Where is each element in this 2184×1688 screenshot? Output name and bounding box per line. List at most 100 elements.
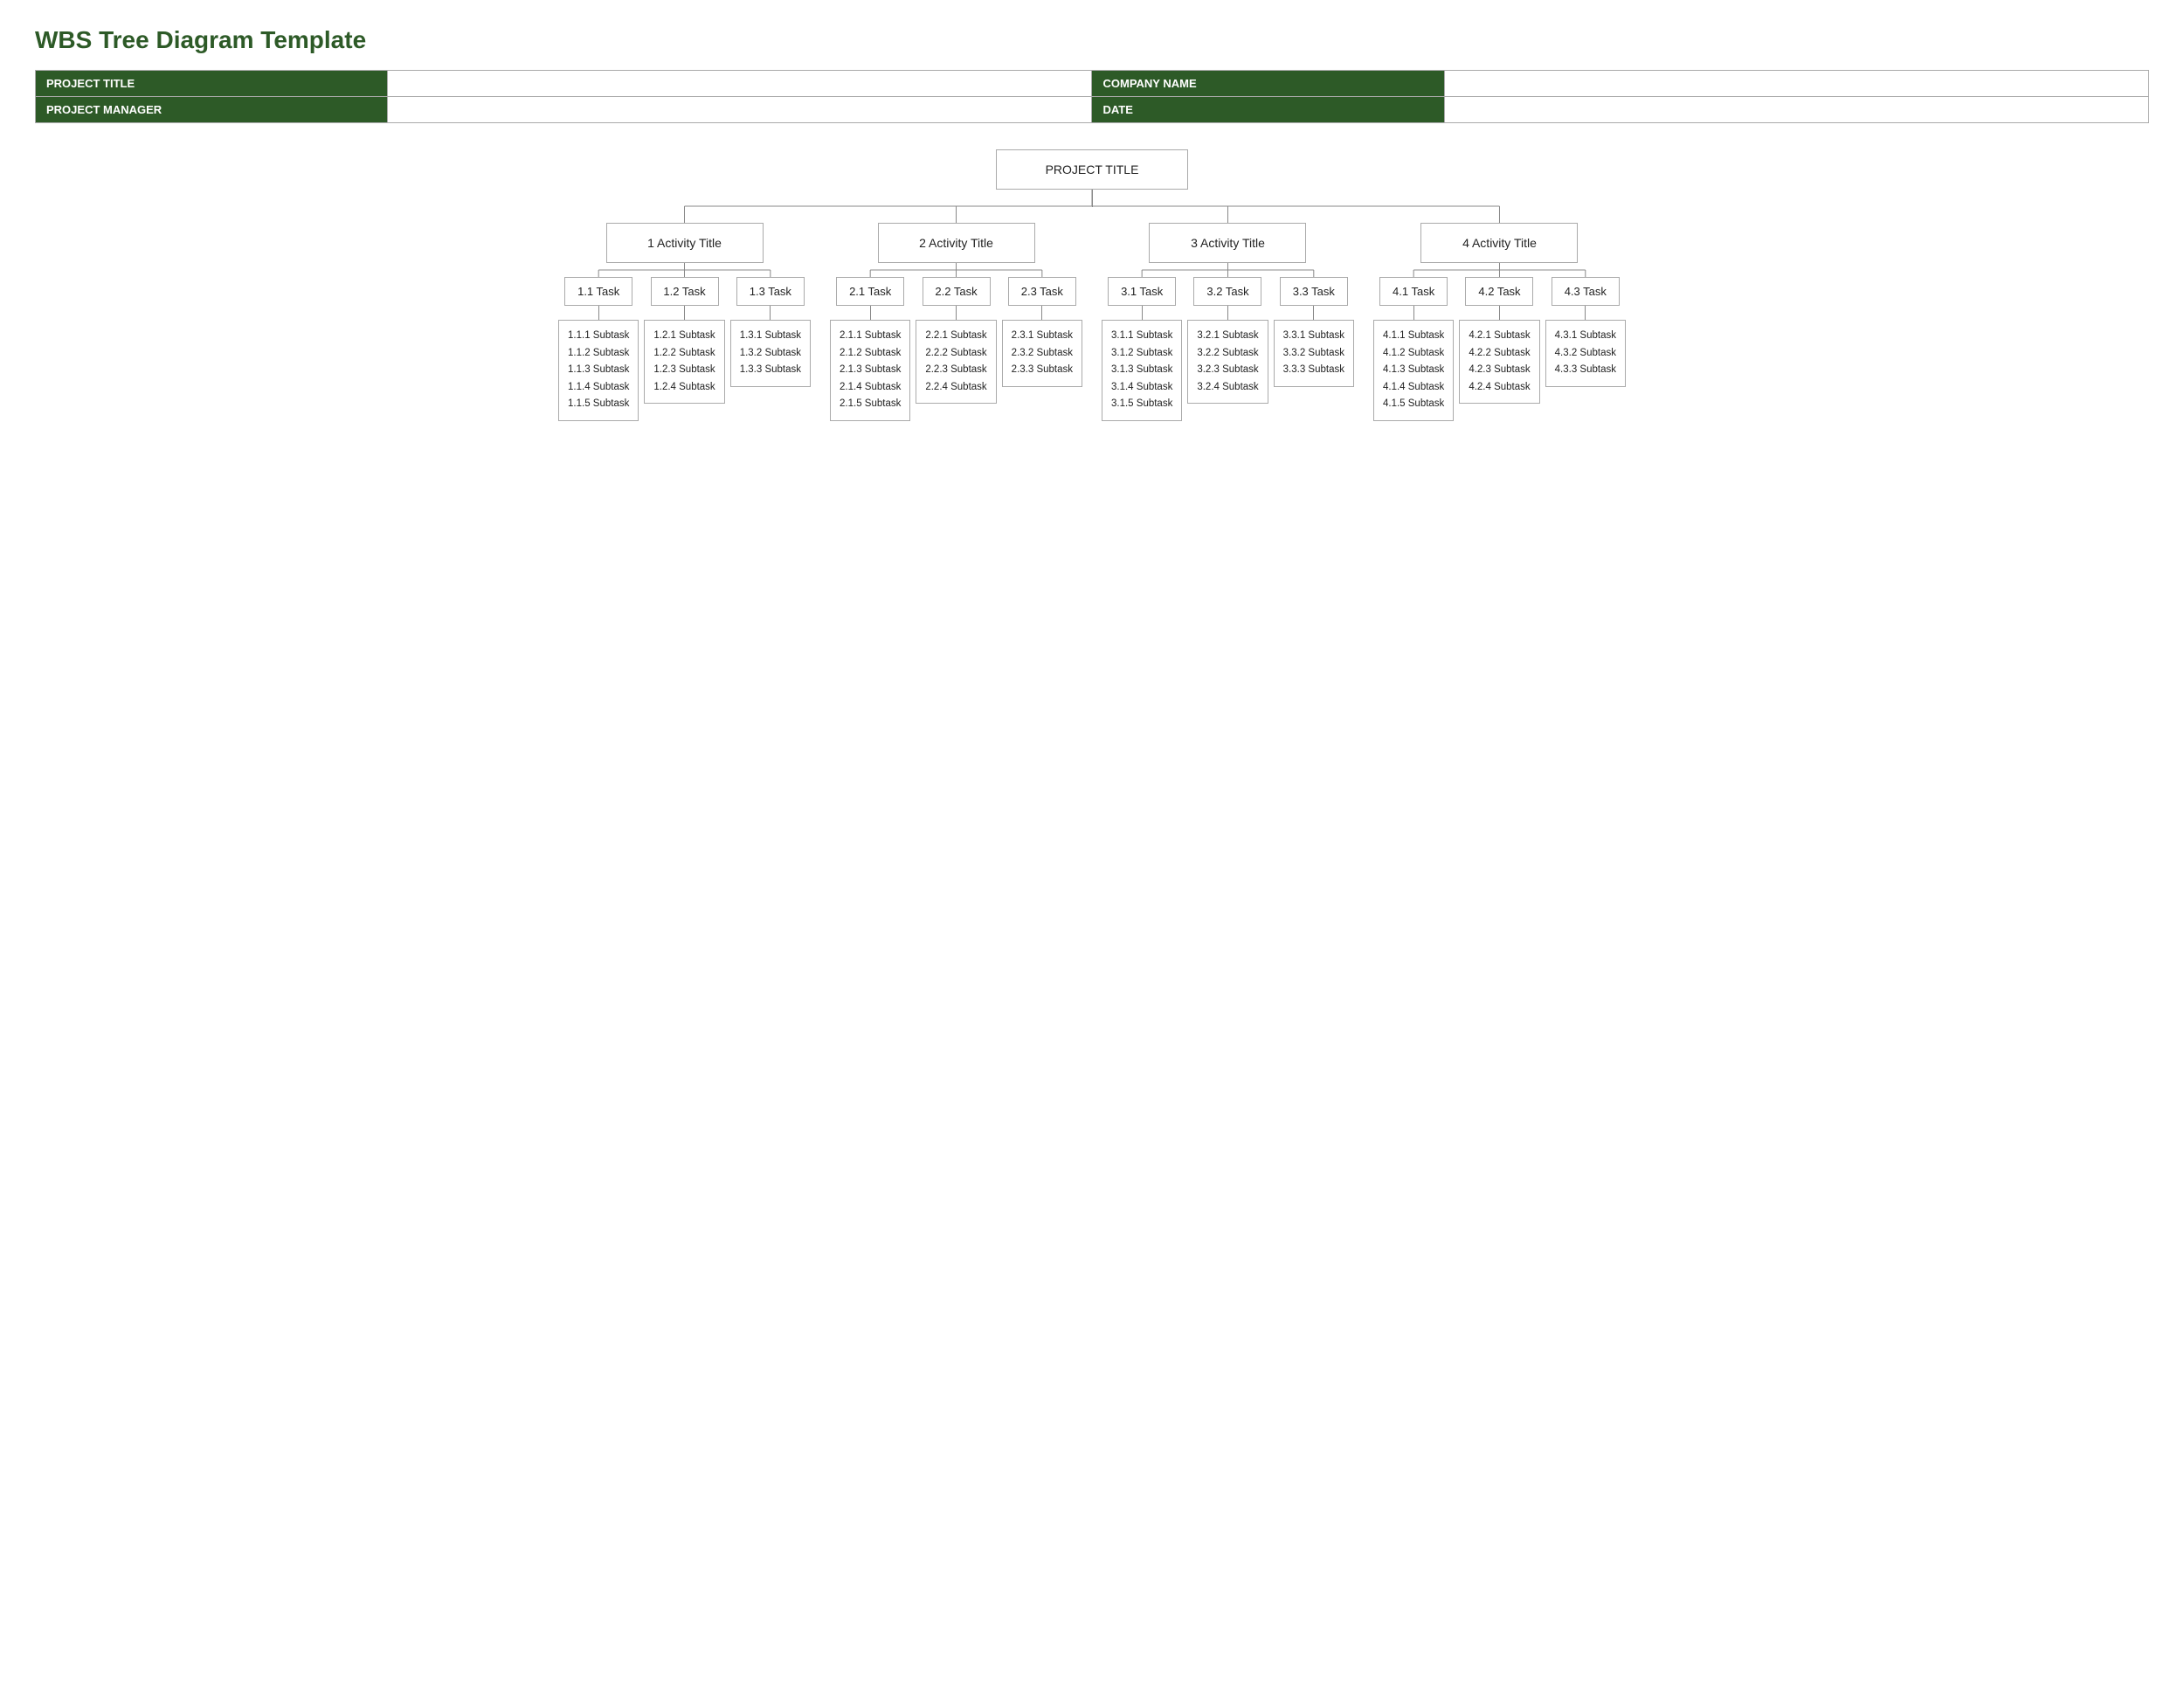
subtask-box: 2.1.1 Subtask2.1.2 Subtask2.1.3 Subtask2… [830, 320, 910, 421]
subtask-item: 4.1.1 Subtask [1383, 328, 1444, 345]
task-node: 3.3 Task [1280, 277, 1348, 306]
task-node: 2.3 Task [1008, 277, 1076, 306]
date-value[interactable] [1444, 97, 2148, 123]
activity-col: 2 Activity Title2.1 Task2.1.1 Subtask2.1… [830, 207, 1082, 421]
date-label: DATE [1092, 97, 1444, 123]
subtask-item: 4.2.4 Subtask [1469, 379, 1530, 397]
subtask-box: 4.3.1 Subtask4.3.2 Subtask4.3.3 Subtask [1545, 320, 1626, 387]
task-node: 4.2 Task [1465, 277, 1533, 306]
subtask-item: 4.1.3 Subtask [1383, 362, 1444, 379]
subtask-item: 3.1.5 Subtask [1111, 396, 1172, 413]
company-name-label: COMPANY NAME [1092, 71, 1444, 97]
task-node: 1.3 Task [736, 277, 805, 306]
company-name-value[interactable] [1444, 71, 2148, 97]
subtask-item: 1.3.2 Subtask [740, 345, 801, 363]
project-manager-label: PROJECT MANAGER [36, 97, 388, 123]
subtask-item: 2.1.2 Subtask [840, 345, 901, 363]
subtask-box: 3.3.1 Subtask3.3.2 Subtask3.3.3 Subtask [1274, 320, 1354, 387]
subtask-item: 2.1.3 Subtask [840, 362, 901, 379]
subtask-item: 3.3.2 Subtask [1283, 345, 1344, 363]
task-col: 4.1 Task 4.1.1 Subtask4.1.2 Subtask4.1.3 … [1373, 277, 1454, 421]
subtask-item: 3.2.3 Subtask [1197, 362, 1258, 379]
header-table: PROJECT TITLE COMPANY NAME PROJECT MANAG… [35, 70, 2149, 123]
task-col: 4.2 Task 4.2.1 Subtask4.2.2 Subtask4.2.3 … [1459, 277, 1539, 404]
tasks-wrapper: 2.1 Task2.1.1 Subtask2.1.2 Subtask2.1.3 … [830, 277, 1082, 421]
subtask-box: 1.3.1 Subtask1.3.2 Subtask1.3.3 Subtask [730, 320, 811, 387]
task-node: 1.1 Task [564, 277, 632, 306]
task-node: 3.1 Task [1108, 277, 1176, 306]
subtask-box: 4.2.1 Subtask4.2.2 Subtask4.2.3 Subtask4… [1459, 320, 1539, 404]
subtask-box: 2.2.1 Subtask2.2.2 Subtask2.2.3 Subtask2… [916, 320, 996, 404]
activity-node: 3 Activity Title [1149, 223, 1306, 263]
subtask-item: 1.3.3 Subtask [740, 362, 801, 379]
subtask-item: 3.3.1 Subtask [1283, 328, 1344, 345]
subtask-item: 2.3.3 Subtask [1012, 362, 1073, 379]
subtask-item: 4.3.3 Subtask [1555, 362, 1616, 379]
subtask-item: 4.3.2 Subtask [1555, 345, 1616, 363]
task-col: 2.3 Task 2.3.1 Subtask2.3.2 Subtask2.3.3 … [1002, 277, 1082, 387]
subtask-item: 2.3.2 Subtask [1012, 345, 1073, 363]
subtask-item: 1.2.4 Subtask [653, 379, 715, 397]
task-node: 2.2 Task [923, 277, 991, 306]
task-col: 2.1 Task2.1.1 Subtask2.1.2 Subtask2.1.3 … [830, 277, 910, 421]
activity-col: 1 Activity Title1.1 Task1.1.1 Subtask1.1… [558, 207, 811, 421]
activity-node: 4 Activity Title [1420, 223, 1578, 263]
subtask-box: 3.2.1 Subtask3.2.2 Subtask3.2.3 Subtask3… [1187, 320, 1268, 404]
tasks-wrapper: 4.1 Task 4.1.1 Subtask4.1.2 Subtask4.1.3 … [1373, 277, 1626, 421]
activity-node: 1 Activity Title [606, 223, 764, 263]
subtask-item: 3.2.4 Subtask [1197, 379, 1258, 397]
subtask-item: 4.2.2 Subtask [1469, 345, 1530, 363]
subtask-box: 1.1.1 Subtask1.1.2 Subtask1.1.3 Subtask1… [558, 320, 639, 421]
subtask-item: 2.1.5 Subtask [840, 396, 901, 413]
subtask-box: 1.2.1 Subtask1.2.2 Subtask1.2.3 Subtask1… [644, 320, 724, 404]
subtask-item: 3.2.2 Subtask [1197, 345, 1258, 363]
subtask-item: 3.1.2 Subtask [1111, 345, 1172, 363]
subtask-item: 1.1.5 Subtask [568, 396, 629, 413]
subtask-item: 1.2.3 Subtask [653, 362, 715, 379]
subtask-item: 4.1.5 Subtask [1383, 396, 1444, 413]
tasks-wrapper: 1.1 Task 1.1.1 Subtask1.1.2 Subtask1.1.3 … [558, 277, 811, 421]
subtask-item: 4.2.1 Subtask [1469, 328, 1530, 345]
subtask-item: 3.1.3 Subtask [1111, 362, 1172, 379]
subtask-item: 4.3.1 Subtask [1555, 328, 1616, 345]
subtask-item: 3.2.1 Subtask [1197, 328, 1258, 345]
root-node: PROJECT TITLE [996, 149, 1188, 190]
subtask-item: 2.1.1 Subtask [840, 328, 901, 345]
subtask-box: 4.1.1 Subtask4.1.2 Subtask4.1.3 Subtask 4… [1373, 320, 1454, 421]
task-col: 3.1 Task 3.1.1 Subtask3.1.2 Subtask3.1.3 … [1102, 277, 1182, 421]
task-col: 4.3 Task 4.3.1 Subtask4.3.2 Subtask4.3.3 … [1545, 277, 1626, 387]
task-node: 4.3 Task [1552, 277, 1620, 306]
subtask-item: 3.1.4 Subtask [1111, 379, 1172, 397]
subtask-item: 2.1.4 Subtask [840, 379, 901, 397]
subtask-item: 1.1.4 Subtask [568, 379, 629, 397]
subtask-item: 1.3.1 Subtask [740, 328, 801, 345]
subtask-item: 3.3.3 Subtask [1283, 362, 1344, 379]
task-col: 1.2 Task 1.2.1 Subtask1.2.2 Subtask1.2.3 … [644, 277, 724, 404]
subtask-item: 2.3.1 Subtask [1012, 328, 1073, 345]
project-title-label: PROJECT TITLE [36, 71, 388, 97]
project-title-value[interactable] [388, 71, 1092, 97]
subtask-item: 3.1.1 Subtask [1111, 328, 1172, 345]
task-col: 1.3 Task 1.3.1 Subtask1.3.2 Subtask1.3.3 … [730, 277, 811, 387]
subtask-item: 1.2.2 Subtask [653, 345, 715, 363]
subtask-item: 2.2.3 Subtask [925, 362, 986, 379]
activities-container: 1 Activity Title1.1 Task1.1.1 Subtask1.1… [35, 207, 2149, 421]
activity-col: 3 Activity Title3.1 Task3.1.1 Subtask3.1… [1102, 207, 1354, 421]
project-manager-value[interactable] [388, 97, 1092, 123]
task-col: 3.3 Task 3.3.1 Subtask3.3.2 Subtask3.3.3 … [1274, 277, 1354, 387]
subtask-item: 1.1.2 Subtask [568, 345, 629, 363]
wbs-diagram: PROJECT TITLE1 Activity Title1.1 Task1.1… [35, 149, 2149, 421]
subtask-item: 4.1.2 Subtask [1383, 345, 1444, 363]
tasks-wrapper: 3.1 Task 3.1.1 Subtask3.1.2 Subtask3.1.3 … [1102, 277, 1354, 421]
subtask-item: 4.2.3 Subtask [1469, 362, 1530, 379]
task-node: 3.2 Task [1193, 277, 1261, 306]
page-title: WBS Tree Diagram Template [35, 26, 2149, 54]
subtask-item: 2.2.4 Subtask [925, 379, 986, 397]
subtask-item: 2.2.2 Subtask [925, 345, 986, 363]
task-node: 4.1 Task [1379, 277, 1448, 306]
task-col: 3.2 Task 3.2.1 Subtask3.2.2 Subtask3.2.3 … [1187, 277, 1268, 404]
activity-col: 4 Activity Title4.1 Task4.1.1 Subtask4.1… [1373, 207, 1626, 421]
task-node: 1.2 Task [651, 277, 719, 306]
subtask-item: 1.1.1 Subtask [568, 328, 629, 345]
task-col: 1.1 Task 1.1.1 Subtask1.1.2 Subtask1.1.3 … [558, 277, 639, 421]
